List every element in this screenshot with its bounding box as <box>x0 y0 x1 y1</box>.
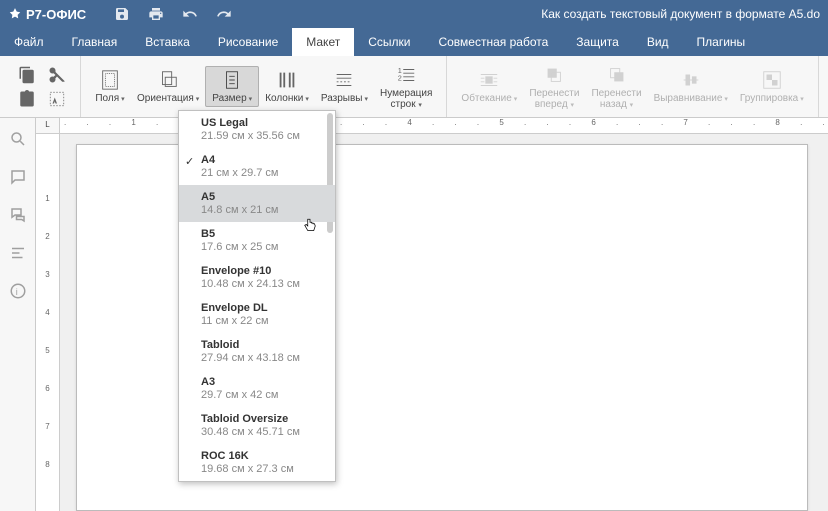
margins-button[interactable]: Поля▾ <box>89 67 131 106</box>
align-button: Выравнивание▾ <box>648 67 734 106</box>
send-backward-button: Перенестиназад ▾ <box>585 62 647 112</box>
line-numbers-button[interactable]: 12 Нумерациястрок ▾ <box>374 62 438 112</box>
menu-главная[interactable]: Главная <box>58 28 132 56</box>
columns-icon <box>276 69 298 91</box>
horizontal-ruler[interactable]: . . . 1 . . . 2 . . . 3 . . . 4 . . . 5 … <box>60 118 828 134</box>
app-name: Р7-ОФИС <box>26 7 86 22</box>
pointer-cursor-icon <box>301 216 319 236</box>
page-size-dropdown[interactable]: US Legal21.59 см x 35.56 см✓A421 см x 29… <box>178 110 336 482</box>
select-all-icon[interactable] <box>48 90 66 108</box>
logo-icon <box>8 7 22 21</box>
paste-icon[interactable] <box>18 90 36 108</box>
margins-icon <box>99 69 121 91</box>
menu-защита[interactable]: Защита <box>562 28 633 56</box>
toolbar: Поля▾ Ориентация▾ Размер▾ Колонки▾ Разры… <box>0 56 828 118</box>
wrap-icon <box>478 69 500 91</box>
line-numbers-icon: 12 <box>395 64 417 86</box>
menu-плагины[interactable]: Плагины <box>683 28 760 56</box>
headings-icon[interactable] <box>9 244 27 262</box>
page-size-option[interactable]: Envelope #1010.48 см x 24.13 см <box>179 259 335 296</box>
print-icon[interactable] <box>148 6 164 22</box>
menubar: ФайлГлавнаяВставкаРисованиеМакетСсылкиСо… <box>0 28 828 56</box>
undo-icon[interactable] <box>182 6 198 22</box>
titlebar: Р7-ОФИС Как создать текстовый документ в… <box>0 0 828 28</box>
bring-forward-button: Перенестивперед ▾ <box>523 62 585 112</box>
title-quick-actions <box>114 6 232 22</box>
feedback-icon[interactable]: i <box>9 282 27 300</box>
page-size-option[interactable]: A329.7 см x 42 см <box>179 370 335 407</box>
comments-icon[interactable] <box>9 168 27 186</box>
size-icon <box>221 69 243 91</box>
page-size-option[interactable]: US Legal21.59 см x 35.56 см <box>179 111 335 148</box>
size-button[interactable]: Размер▾ <box>205 66 259 107</box>
svg-text:2: 2 <box>398 73 402 82</box>
page-size-option[interactable]: ✓A421 см x 29.7 см <box>179 148 335 185</box>
page-size-option[interactable]: Tabloid27.94 см x 43.18 см <box>179 333 335 370</box>
wrap-button: Обтекание▾ <box>455 67 523 106</box>
app-logo: Р7-ОФИС <box>8 7 86 22</box>
copy-icon[interactable] <box>18 66 36 84</box>
page-size-option[interactable]: Envelope DL11 см x 22 см <box>179 296 335 333</box>
columns-button[interactable]: Колонки▾ <box>259 67 315 106</box>
menu-файл[interactable]: Файл <box>0 28 58 56</box>
orientation-icon <box>157 69 179 91</box>
page-size-option[interactable]: Tabloid Oversize30.48 см x 45.71 см <box>179 407 335 444</box>
svg-text:i: i <box>15 287 17 297</box>
search-icon[interactable] <box>9 130 27 148</box>
save-icon[interactable] <box>114 6 130 22</box>
check-icon: ✓ <box>185 155 194 168</box>
menu-макет[interactable]: Макет <box>292 28 354 56</box>
menu-ссылки[interactable]: Ссылки <box>354 28 424 56</box>
send-backward-icon <box>606 64 628 86</box>
orientation-button[interactable]: Ориентация▾ <box>131 67 205 106</box>
vertical-ruler[interactable]: 12345678 <box>36 134 60 511</box>
cut-icon[interactable] <box>48 66 66 84</box>
document-area[interactable]: L . . . 1 . . . 2 . . . 3 . . . 4 . . . … <box>36 118 828 511</box>
align-icon <box>680 69 702 91</box>
redo-icon[interactable] <box>216 6 232 22</box>
left-sidebar: i <box>0 118 36 511</box>
group-icon <box>761 69 783 91</box>
breaks-icon <box>333 69 355 91</box>
page-size-option[interactable]: ROC 16K19.68 см x 27.3 см <box>179 444 335 481</box>
chat-icon[interactable] <box>9 206 27 224</box>
document-title: Как создать текстовый документ в формате… <box>541 7 820 21</box>
menu-вид[interactable]: Вид <box>633 28 683 56</box>
group-button: Группировка▾ <box>734 67 810 106</box>
bring-forward-icon <box>543 64 565 86</box>
ruler-corner: L <box>36 118 60 134</box>
menu-совместная работа[interactable]: Совместная работа <box>424 28 562 56</box>
breaks-button[interactable]: Разрывы▾ <box>315 67 374 106</box>
menu-рисование[interactable]: Рисование <box>204 28 292 56</box>
menu-вставка[interactable]: Вставка <box>131 28 204 56</box>
workspace: i L . . . 1 . . . 2 . . . 3 . . . 4 . . … <box>0 118 828 511</box>
